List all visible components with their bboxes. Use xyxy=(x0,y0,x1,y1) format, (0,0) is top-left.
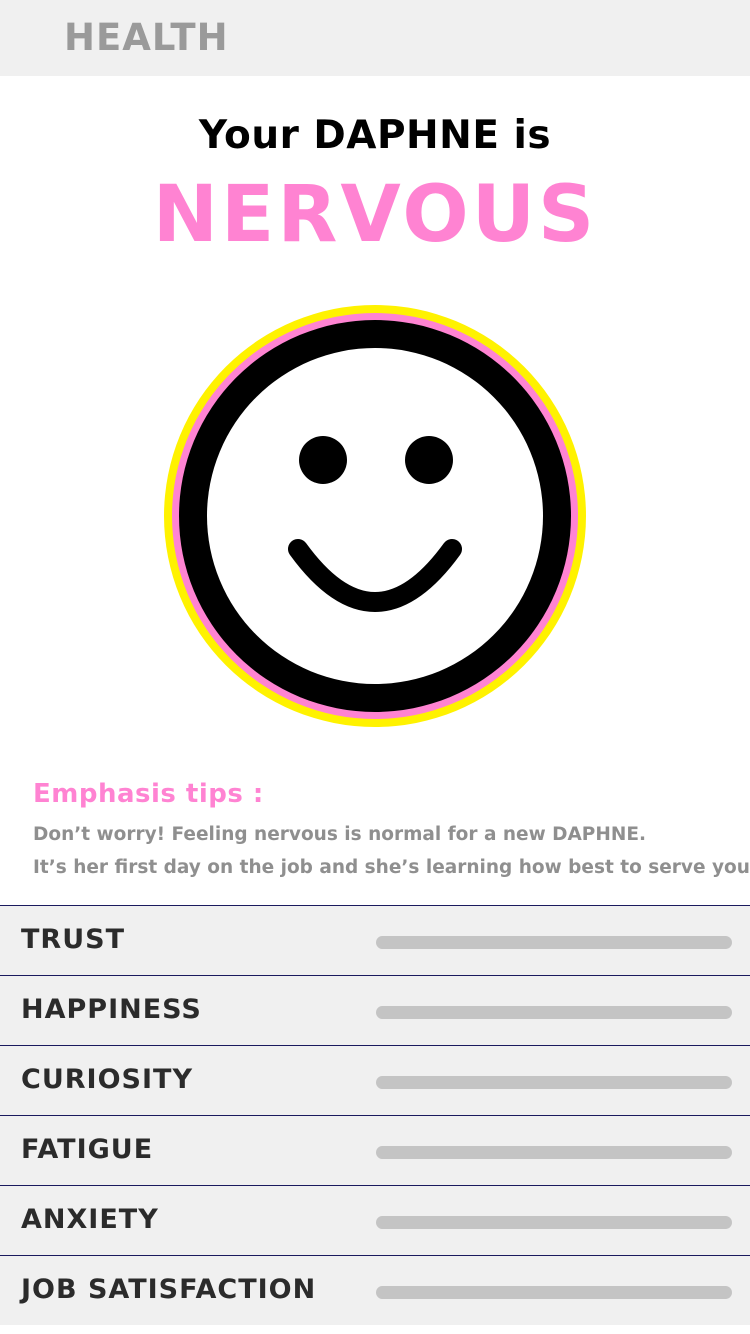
mood-label: NERVOUS xyxy=(152,170,598,260)
mood-face xyxy=(164,305,586,727)
metric-row-fatigue: FATIGUE xyxy=(0,1115,750,1185)
tips-heading: Emphasis tips : xyxy=(33,779,264,809)
metric-label: JOB SATISFACTION xyxy=(21,1274,317,1305)
smiley-face-icon xyxy=(164,305,586,727)
metrics-list: TRUST HAPPINESS CURIOSITY FATIGUE ANXIET… xyxy=(0,905,750,1325)
metric-label: TRUST xyxy=(21,924,125,955)
metric-label: HAPPINESS xyxy=(21,994,202,1025)
metric-label: CURIOSITY xyxy=(21,1064,193,1095)
tips-text-line: Don’t worry! Feeling nervous is normal f… xyxy=(33,824,646,845)
metric-row-job-satisfaction: JOB SATISFACTION xyxy=(0,1255,750,1325)
metric-progress-bar xyxy=(376,1216,732,1229)
status-headline: Your DAPHNE is xyxy=(198,113,552,158)
tips-text-line: It’s her first day on the job and she’s … xyxy=(33,857,750,878)
metric-row-anxiety: ANXIETY xyxy=(0,1185,750,1255)
metric-progress-bar xyxy=(376,1006,732,1019)
metric-progress-bar xyxy=(376,1286,732,1299)
metric-progress-bar xyxy=(376,1146,732,1159)
metric-row-happiness: HAPPINESS xyxy=(0,975,750,1045)
header-bar: HEALTH xyxy=(0,0,750,76)
metric-progress-bar xyxy=(376,936,732,949)
page-title: HEALTH xyxy=(64,16,229,59)
metric-label: ANXIETY xyxy=(21,1204,159,1235)
metric-progress-bar xyxy=(376,1076,732,1089)
metric-label: FATIGUE xyxy=(21,1134,154,1165)
right-eye-icon xyxy=(405,436,453,484)
left-eye-icon xyxy=(299,436,347,484)
metric-row-curiosity: CURIOSITY xyxy=(0,1045,750,1115)
metric-row-trust: TRUST xyxy=(0,905,750,975)
